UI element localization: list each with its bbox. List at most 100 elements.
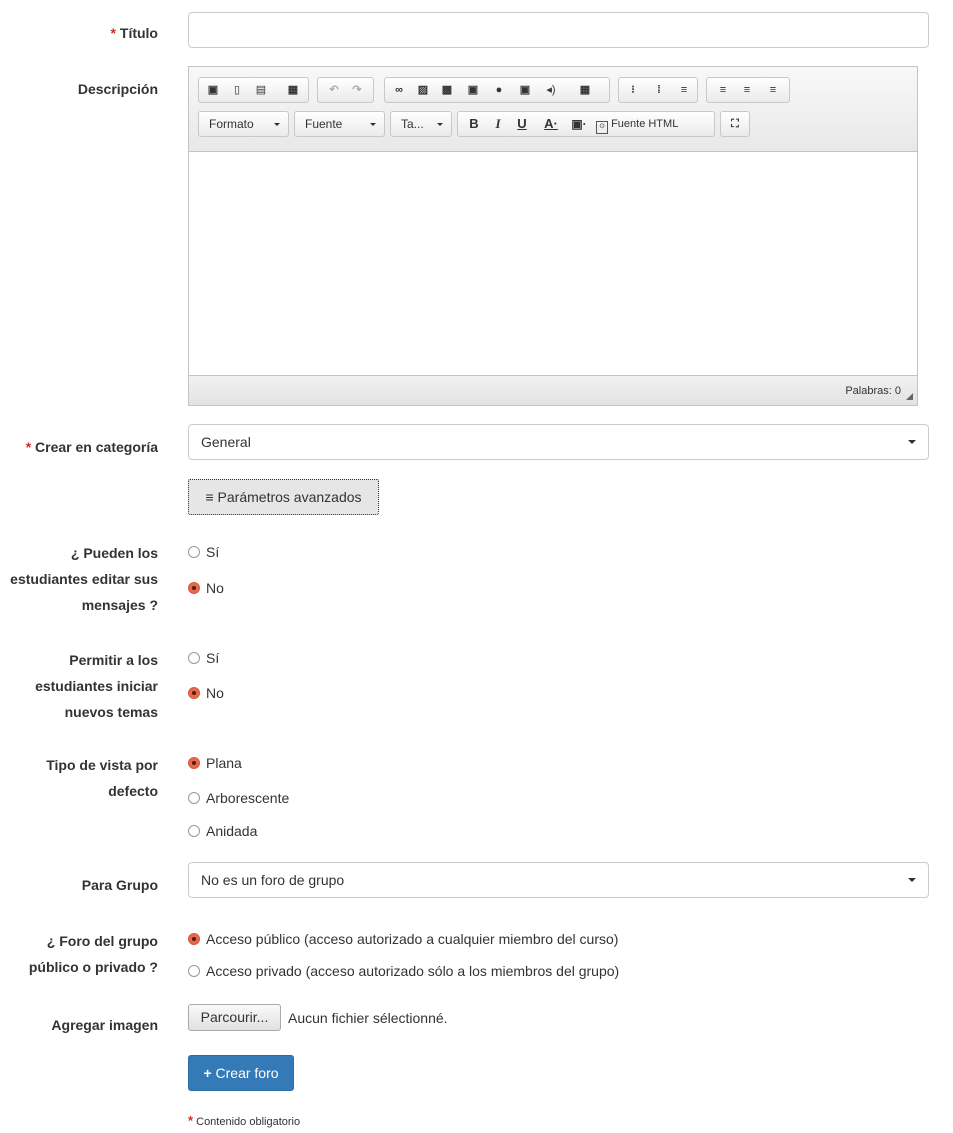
public-access-radio[interactable]: Acceso público (acceso autorizado a cual… (188, 929, 618, 949)
paste-icon[interactable]: ▦ (285, 82, 301, 98)
toolbar-group-history: ↶ ↷ (317, 77, 374, 103)
table-icon[interactable]: ▦ (577, 82, 593, 98)
radio-label: Sí (206, 650, 220, 666)
advanced-settings-button[interactable]: ≡ Parámetros avanzados (188, 479, 379, 515)
view-flat-radio[interactable]: Plana (188, 753, 242, 773)
public-private-label: ¿ Foro del grupo público o privado ? (0, 928, 158, 980)
radio-label: Arborescente (206, 790, 290, 806)
description-label: Descripción (77, 81, 158, 97)
format-combo[interactable]: Formato (198, 111, 289, 137)
view-threaded-radio[interactable]: Arborescente (188, 788, 289, 808)
format-combo-label: Formato (209, 117, 254, 131)
radio-label: Acceso privado (acceso autorizado sólo a… (206, 963, 620, 979)
radio-unchecked-icon (188, 652, 200, 664)
word-count: Palabras: 0 (845, 385, 901, 397)
preview-icon[interactable]: ▤ (253, 82, 269, 98)
size-combo-label: Ta... (401, 117, 424, 131)
students-edit-label-line: mensajes ? (81, 597, 158, 613)
chevron-down-icon (908, 878, 916, 882)
align-justify-icon[interactable]: ≡ (765, 82, 781, 98)
students-edit-label: ¿ Pueden los estudiantes editar sus mens… (0, 540, 158, 618)
link-icon[interactable]: ∞ (391, 82, 407, 98)
toolbar-group-maximize: ⛶ (720, 111, 750, 137)
chevron-down-icon (274, 123, 280, 126)
flash-icon[interactable]: ▣ (465, 82, 481, 98)
chevron-down-icon (908, 440, 916, 444)
source-icon: ⊙ (596, 121, 608, 134)
required-mark: * (25, 439, 32, 455)
undo-icon[interactable]: ↶ (326, 82, 342, 98)
numbered-list-icon[interactable]: ⁞ (651, 82, 667, 98)
category-select-value: General (201, 434, 251, 450)
editor-status-bar: Palabras: 0 (189, 375, 917, 405)
underline-icon[interactable]: U (514, 116, 530, 132)
category-select[interactable]: General (188, 424, 929, 460)
italic-icon[interactable]: I (490, 116, 506, 132)
public-private-label-line: público o privado ? (28, 959, 158, 975)
required-note-text: Contenido obligatorio (196, 1116, 301, 1128)
new-page-icon[interactable]: ▯ (229, 82, 245, 98)
view-nested-radio[interactable]: Anidada (188, 821, 257, 841)
bold-icon[interactable]: B (466, 116, 482, 132)
required-note: * Contenido obligatorio (188, 1113, 300, 1130)
group-label: Para Grupo (81, 877, 158, 893)
students-edit-label-line: ¿ Pueden los (70, 545, 158, 561)
radio-unchecked-icon (188, 825, 200, 837)
redo-icon[interactable]: ↷ (349, 82, 365, 98)
chevron-down-icon (437, 123, 443, 126)
radio-label: No (206, 580, 224, 596)
group-select[interactable]: No es un foro de grupo (188, 862, 929, 898)
align-center-icon[interactable]: ≡ (739, 82, 755, 98)
image-label: Agregar imagen (51, 1017, 158, 1033)
new-topics-no-radio[interactable]: No (188, 683, 224, 703)
advanced-settings-label: Parámetros avanzados (217, 489, 362, 505)
title-label: * Título (0, 20, 158, 46)
maximize-icon[interactable]: ⛶ (727, 116, 743, 132)
save-icon[interactable]: ▣ (205, 82, 221, 98)
students-edit-yes-radio[interactable]: Sí (188, 542, 219, 562)
font-combo[interactable]: Fuente (294, 111, 385, 137)
image-icon[interactable]: ▨ (415, 82, 431, 98)
new-topics-label-line: nuevos temas (64, 704, 158, 720)
title-input[interactable] (188, 12, 929, 48)
radio-label: Plana (206, 755, 242, 771)
new-topics-yes-radio[interactable]: Sí (188, 648, 219, 668)
radio-label: Sí (206, 544, 220, 560)
radio-label: Anidada (206, 823, 258, 839)
font-combo-label: Fuente (305, 117, 343, 131)
create-forum-button[interactable]: + Crear foro (188, 1055, 294, 1091)
public-private-label-line: ¿ Foro del grupo (46, 933, 158, 949)
audio-icon[interactable]: ◂) (543, 82, 559, 98)
bulleted-list-icon[interactable]: ⁝ (625, 82, 641, 98)
title-label-text: Título (119, 25, 158, 41)
view-type-label: Tipo de vista por defecto (0, 752, 158, 804)
source-button[interactable]: ⊙ Fuente HTML (596, 116, 678, 134)
editor-content-area[interactable] (189, 151, 917, 375)
menu-icon: ≡ (205, 489, 214, 505)
toolbar-group-document: ▣ ▯ ▤ ▦ (198, 77, 309, 103)
text-color-icon[interactable]: A· (540, 116, 562, 132)
resize-handle-icon[interactable] (906, 393, 913, 400)
rich-text-editor: ▣ ▯ ▤ ▦ ↶ ↷ ∞ ▨ ▩ ▣ ● ▣ ◂) ▦ ⁝ ⁞ ≡ ≡ ≡ ≡ (188, 66, 918, 406)
browse-file-button[interactable]: Parcourir... (188, 1004, 281, 1031)
view-type-label-line: Tipo de vista por (46, 757, 158, 773)
required-mark: * (188, 1113, 194, 1128)
horizontal-rule-icon[interactable]: ≡ (676, 82, 692, 98)
editor-toolbar: ▣ ▯ ▤ ▦ ↶ ↷ ∞ ▨ ▩ ▣ ● ▣ ◂) ▦ ⁝ ⁞ ≡ ≡ ≡ ≡ (189, 67, 917, 152)
group-select-value: No es un foro de grupo (201, 872, 345, 888)
youtube-icon[interactable]: ▣ (517, 82, 533, 98)
toolbar-group-lists: ⁝ ⁞ ≡ (618, 77, 698, 103)
background-color-icon[interactable]: ▣· (568, 116, 590, 132)
private-access-radio[interactable]: Acceso privado (acceso autorizado sólo a… (188, 961, 619, 981)
required-mark: * (110, 25, 116, 41)
size-combo[interactable]: Ta... (390, 111, 452, 137)
compass-icon[interactable]: ● (491, 82, 507, 98)
radio-checked-icon (188, 933, 200, 945)
create-forum-label: Crear foro (215, 1065, 279, 1081)
category-label-text: Crear en categoría (35, 439, 158, 455)
align-left-icon[interactable]: ≡ (715, 82, 731, 98)
students-edit-no-radio[interactable]: No (188, 578, 224, 598)
radio-unchecked-icon (188, 792, 200, 804)
file-status: Aucun fichier sélectionné. (288, 1010, 448, 1026)
video-icon[interactable]: ▩ (439, 82, 455, 98)
